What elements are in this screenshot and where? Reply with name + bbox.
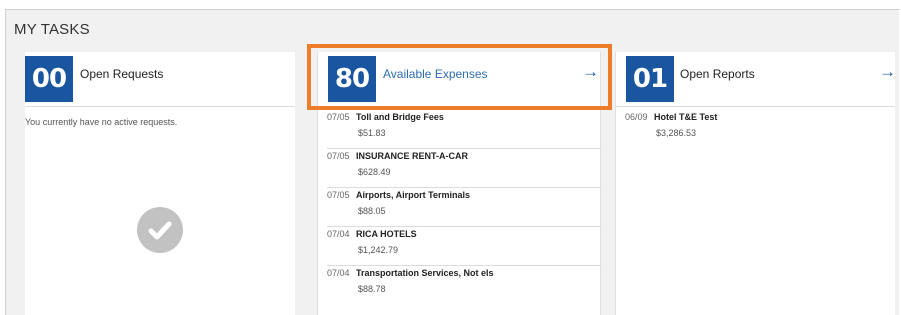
no-requests-message: You currently have no active requests. <box>25 117 178 127</box>
report-date: 06/09 <box>625 112 648 122</box>
expense-amount: $88.05 <box>358 206 386 216</box>
expense-item[interactable]: 07/05 Toll and Bridge Fees $51.83 <box>327 110 601 149</box>
expense-name: INSURANCE RENT-A-CAR <box>356 151 468 161</box>
open-reports-label: Open Reports <box>680 67 755 81</box>
expense-date: 07/05 <box>327 112 350 122</box>
expense-item[interactable]: 07/04 Transportation Services, Not els $… <box>327 266 601 304</box>
expense-item[interactable]: 07/04 RICA HOTELS $1,242.79 <box>327 227 601 266</box>
expense-amount: $51.83 <box>358 128 386 138</box>
available-expenses-header[interactable]: 80 Available Expenses → <box>318 52 600 106</box>
expense-name: Airports, Airport Terminals <box>356 190 471 200</box>
expense-item[interactable]: 07/05 Airports, Airport Terminals $88.05 <box>327 188 601 227</box>
expense-name: Transportation Services, Not els <box>356 268 494 278</box>
expense-name: Toll and Bridge Fees <box>356 112 444 122</box>
expense-date: 07/04 <box>327 229 350 239</box>
open-reports-count: 01 <box>626 56 674 102</box>
expense-amount: $628.49 <box>358 167 391 177</box>
open-requests-label: Open Requests <box>80 67 164 81</box>
open-requests-header[interactable]: 00 Open Requests <box>25 52 295 107</box>
report-list: 06/09 Hotel T&E Test $3,286.53 <box>625 110 899 148</box>
available-expenses-card: 80 Available Expenses → 07/05 Toll and B… <box>317 52 601 315</box>
expense-amount: $1,242.79 <box>358 245 399 255</box>
section-title: MY TASKS <box>14 21 90 38</box>
report-item[interactable]: 06/09 Hotel T&E Test $3,286.53 <box>625 110 899 148</box>
arrow-right-icon[interactable]: → <box>582 62 599 82</box>
expense-list: 07/05 Toll and Bridge Fees $51.83 07/05 … <box>327 110 601 304</box>
report-name: Hotel T&E Test <box>654 112 718 122</box>
open-reports-header[interactable]: 01 Open Reports → <box>616 52 896 107</box>
available-expenses-link[interactable]: Available Expenses <box>383 67 488 81</box>
expense-date: 07/05 <box>327 190 350 200</box>
expense-name: RICA HOTELS <box>356 229 417 239</box>
checkmark-circle-icon <box>137 207 183 253</box>
arrow-right-icon[interactable]: → <box>879 62 896 82</box>
expense-date: 07/05 <box>327 151 350 161</box>
available-expenses-count: 80 <box>328 56 376 102</box>
open-requests-card: 00 Open Requests You currently have no a… <box>25 52 295 315</box>
report-amount: $3,286.53 <box>656 128 697 138</box>
expense-amount: $88.78 <box>358 284 386 294</box>
expense-item[interactable]: 07/05 INSURANCE RENT-A-CAR $628.49 <box>327 149 601 188</box>
open-reports-card: 01 Open Reports → 06/09 Hotel T&E Test $… <box>615 52 896 315</box>
expense-date: 07/04 <box>327 268 350 278</box>
open-requests-count: 00 <box>25 56 73 102</box>
